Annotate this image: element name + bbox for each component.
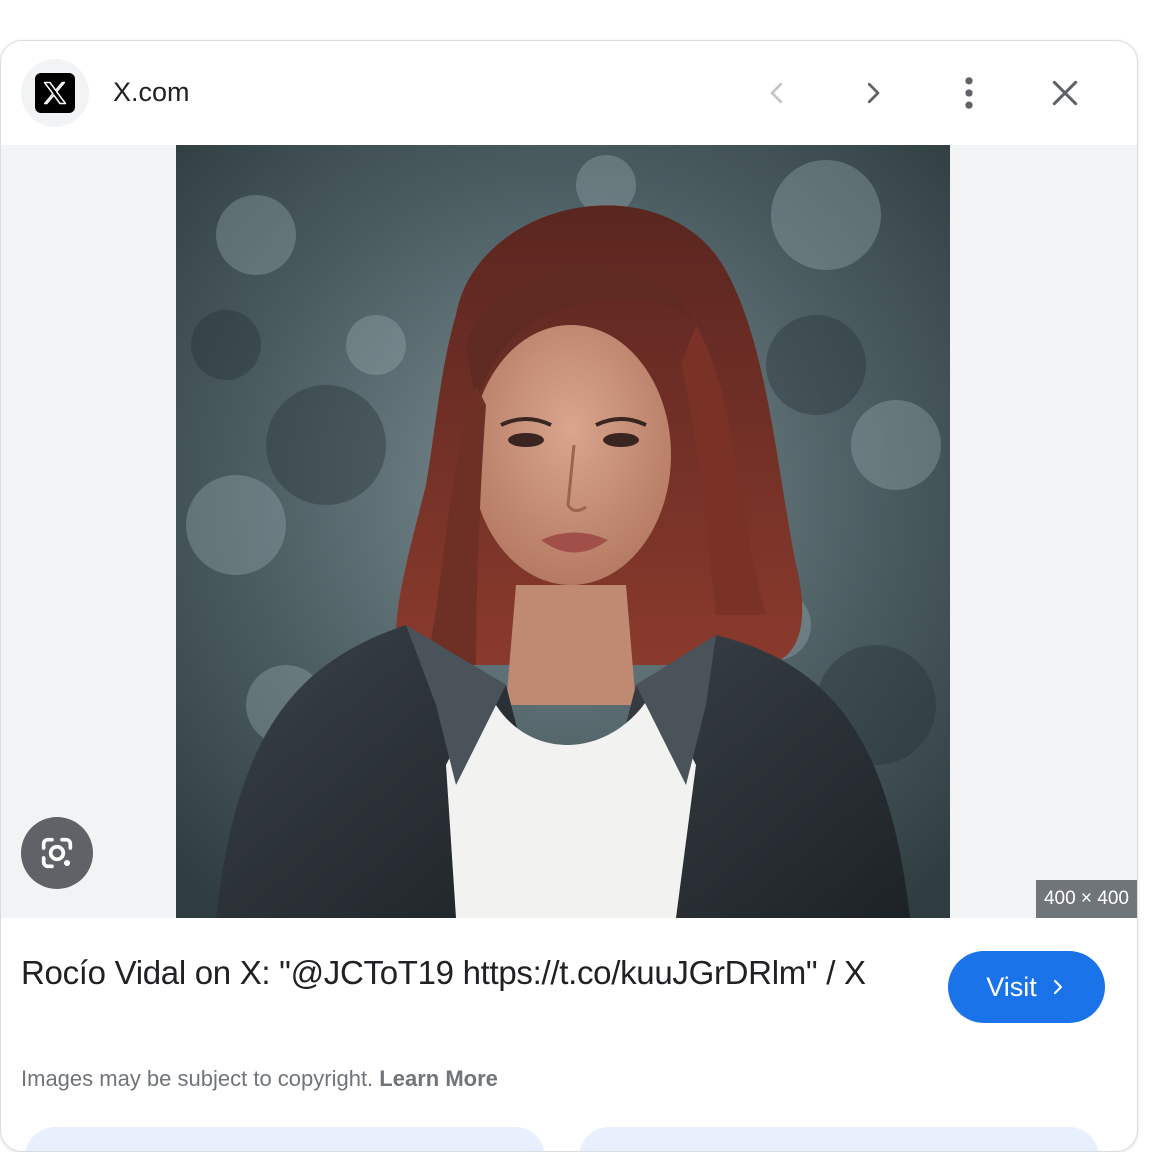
preview-image[interactable] bbox=[176, 145, 950, 918]
visit-button[interactable]: Visit bbox=[948, 951, 1105, 1023]
visit-label: Visit bbox=[986, 971, 1037, 1002]
preview-header: X.com bbox=[1, 41, 1137, 145]
image-preview-panel: X.com 400 × 400 Rocío Vidal on X: "@JCTo… bbox=[0, 40, 1138, 1152]
related-chip[interactable] bbox=[579, 1127, 1099, 1151]
chevron-right-icon bbox=[1053, 979, 1062, 995]
next-button[interactable] bbox=[847, 67, 899, 119]
learn-more-link[interactable]: Learn More bbox=[379, 1066, 498, 1091]
x-logo-icon bbox=[35, 73, 75, 113]
result-title[interactable]: Rocío Vidal on X: "@JCToT19 https://t.co… bbox=[21, 949, 921, 996]
image-dimensions: 400 × 400 bbox=[1035, 880, 1137, 918]
google-lens-button[interactable] bbox=[21, 817, 93, 889]
image-viewer: 400 × 400 bbox=[1, 145, 1137, 918]
close-button[interactable] bbox=[1039, 67, 1091, 119]
previous-button[interactable] bbox=[751, 67, 803, 119]
google-lens-icon bbox=[41, 837, 73, 869]
close-icon bbox=[1052, 80, 1078, 106]
copyright-text: Images may be subject to copyright. bbox=[21, 1066, 374, 1091]
more-options-button[interactable] bbox=[943, 67, 995, 119]
chevron-right-icon bbox=[867, 82, 880, 104]
copyright-notice: Images may be subject to copyright. Lear… bbox=[21, 1065, 498, 1093]
site-favicon[interactable] bbox=[21, 59, 89, 127]
site-name[interactable]: X.com bbox=[113, 75, 190, 109]
chevron-left-icon bbox=[770, 82, 783, 104]
related-chip[interactable] bbox=[25, 1127, 545, 1151]
more-vert-icon bbox=[965, 77, 973, 109]
